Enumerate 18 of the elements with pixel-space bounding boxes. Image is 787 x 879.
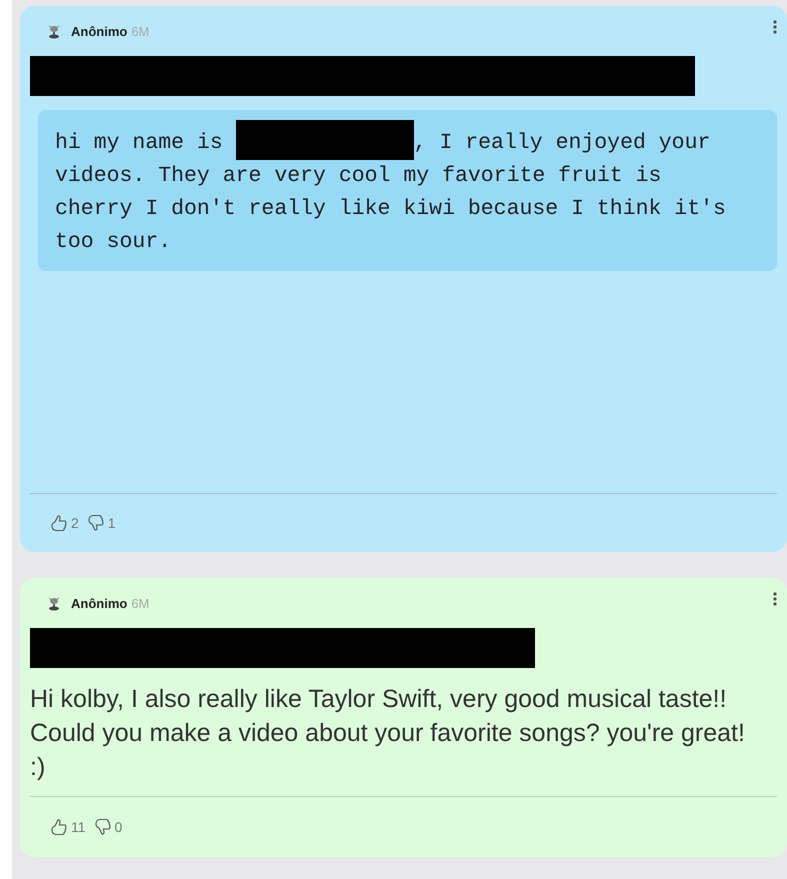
like-count: 11 <box>71 819 86 835</box>
dislike-count: 1 <box>108 515 116 531</box>
post-time: 6M <box>131 24 150 38</box>
avatar-icon <box>46 23 62 39</box>
thumbs-up-icon[interactable] <box>50 514 67 532</box>
more-options-icon[interactable] <box>773 20 777 34</box>
post-time: 6M <box>131 596 150 610</box>
thumbs-down-icon[interactable] <box>86 514 104 532</box>
post-message: hi my name is , I really enjoyed your videos. They are very cool my favorite fruit is cherry I don't really like kiwi because I think it's too sour. <box>38 110 777 271</box>
more-options-icon[interactable] <box>773 592 777 606</box>
avatar-icon <box>46 595 62 611</box>
dislike-count: 0 <box>114 819 122 835</box>
author-name: Anônimo <box>71 596 128 610</box>
post-message: Hi kolby, I also really like Taylor Swift, very good musical taste!! Could you make a video about your favorite songs? you're great! :) <box>30 684 746 783</box>
thumbs-down-icon[interactable] <box>94 818 111 836</box>
thumbs-up-icon[interactable] <box>50 818 67 836</box>
author-name: Anônimo <box>71 24 128 38</box>
like-count: 2 <box>71 515 79 531</box>
